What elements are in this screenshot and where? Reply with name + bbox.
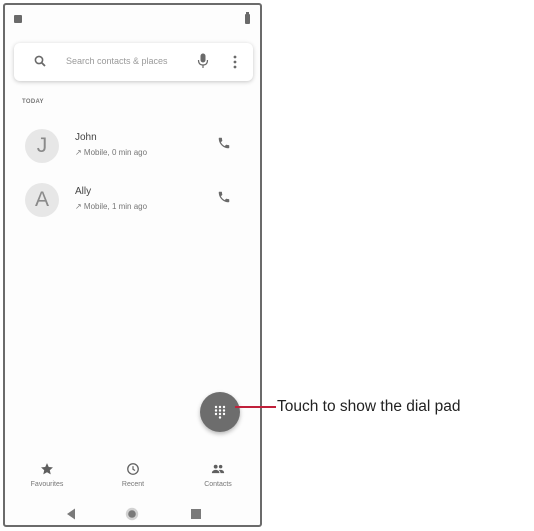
nav-item-contacts[interactable]: Contacts bbox=[178, 457, 258, 499]
phone-icon[interactable] bbox=[217, 190, 231, 204]
dialpad-icon bbox=[214, 405, 226, 419]
callout-line bbox=[235, 406, 276, 408]
callout-annotation: Touch to show the dial pad bbox=[277, 398, 461, 415]
system-navigation-bar bbox=[5, 501, 260, 525]
section-label-today: TODAY bbox=[22, 99, 44, 105]
star-icon bbox=[41, 463, 53, 475]
back-icon[interactable] bbox=[66, 508, 76, 520]
battery-icon bbox=[245, 12, 250, 24]
nav-label: Favourites bbox=[30, 481, 64, 488]
more-options-icon[interactable] bbox=[232, 54, 238, 70]
call-log-item[interactable]: A Ally ↗ Mobile, 1 min ago bbox=[5, 183, 260, 231]
phone-icon[interactable] bbox=[217, 136, 231, 150]
nav-label: Contacts bbox=[204, 481, 232, 488]
call-detail: ↗ Mobile, 0 min ago bbox=[75, 148, 148, 157]
avatar: J bbox=[25, 129, 59, 163]
contact-name: John bbox=[75, 132, 97, 143]
search-input[interactable]: Search contacts & places bbox=[66, 56, 168, 66]
call-detail: ↗ Mobile, 1 min ago bbox=[75, 202, 148, 211]
bottom-navigation: Favourites Recent Contacts bbox=[5, 457, 260, 499]
notification-icon bbox=[14, 15, 22, 23]
mic-icon[interactable] bbox=[197, 53, 209, 69]
clock-icon bbox=[127, 463, 139, 475]
people-icon bbox=[211, 464, 225, 474]
nav-item-recent[interactable]: Recent bbox=[93, 457, 173, 499]
phone-screen: Search contacts & places TODAY J John ↗ … bbox=[3, 3, 262, 527]
search-icon bbox=[34, 55, 46, 67]
nav-item-favourites[interactable]: Favourites bbox=[7, 457, 87, 499]
status-bar bbox=[5, 5, 260, 33]
call-log-item[interactable]: J John ↗ Mobile, 0 min ago bbox=[5, 129, 260, 177]
search-bar[interactable]: Search contacts & places bbox=[14, 43, 253, 81]
nav-label: Recent bbox=[121, 481, 145, 488]
home-icon[interactable] bbox=[125, 507, 139, 521]
contact-name: Ally bbox=[75, 186, 92, 197]
dialpad-button[interactable] bbox=[200, 392, 240, 432]
recents-icon[interactable] bbox=[191, 509, 201, 519]
avatar: A bbox=[25, 183, 59, 217]
